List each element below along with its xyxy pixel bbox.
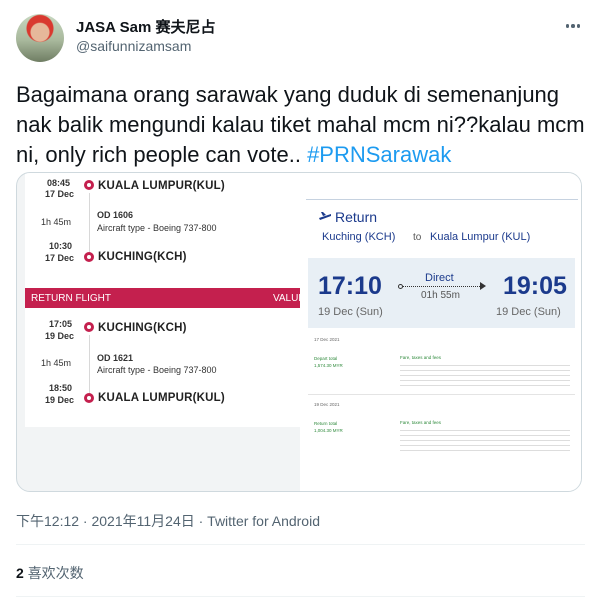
return-flight-label: RETURN FLIGHT bbox=[31, 293, 111, 304]
tweet-body: Bagaimana orang sarawak yang duduk di se… bbox=[16, 82, 585, 167]
flight-number: OD 1621 bbox=[97, 353, 134, 363]
flight-number: OD 1606 bbox=[97, 210, 134, 220]
likes-count: 2 bbox=[16, 565, 24, 581]
itinerary-panel: 08:45 17 Dec KUALA LUMPUR(KUL) 1h 45m OD… bbox=[25, 173, 311, 427]
arr-place: KUCHING(KCH) bbox=[98, 251, 187, 263]
author-handle[interactable]: @saifunnizamsam bbox=[76, 38, 191, 54]
location-pin-icon bbox=[84, 252, 94, 262]
dep-time: 08:45 bbox=[47, 178, 71, 188]
direct-label: Direct bbox=[425, 272, 454, 284]
dep-time-large: 17:10 bbox=[318, 272, 382, 300]
fare-lines bbox=[400, 365, 570, 387]
return-flight-bar: RETURN FLIGHT VALUE bbox=[25, 288, 311, 308]
author-name[interactable]: JASA Sam 赛夫尼占 bbox=[76, 16, 215, 37]
origin-dot bbox=[398, 284, 403, 289]
dep-place: KUCHING(KCH) bbox=[98, 322, 187, 334]
depart-total: 1,574.30 MYR bbox=[314, 363, 343, 368]
return-total-label: Return total bbox=[314, 421, 338, 426]
return-heading: Return bbox=[335, 209, 378, 225]
dep-time: 17:05 bbox=[49, 319, 73, 329]
arr-time: 18:50 bbox=[49, 383, 73, 393]
divider bbox=[16, 544, 585, 545]
depart-date-small: 17 Dec 2021 bbox=[314, 337, 340, 342]
plane-icon bbox=[319, 212, 331, 220]
route-to-word: to bbox=[413, 232, 422, 243]
likes-label: 喜欢次数 bbox=[27, 565, 84, 581]
dep-date-large: 19 Dec (Sun) bbox=[318, 306, 383, 318]
duration: 1h 45m bbox=[41, 217, 72, 227]
arr-date: 19 Dec bbox=[45, 395, 75, 405]
dep-place: KUALA LUMPUR(KUL) bbox=[98, 180, 225, 192]
location-pin-icon bbox=[84, 322, 94, 332]
fare-lines bbox=[400, 430, 570, 452]
location-pin-icon bbox=[84, 393, 94, 403]
arr-time-large: 19:05 bbox=[503, 272, 567, 300]
route-line bbox=[88, 335, 90, 395]
route-dotted-line bbox=[400, 286, 482, 287]
divider bbox=[306, 199, 578, 200]
arr-time: 10:30 bbox=[49, 241, 73, 251]
dep-date: 17 Dec bbox=[45, 189, 75, 199]
fare-label: Fare, taxes and fees bbox=[400, 420, 442, 425]
depart-fare-summary: 17 Dec 2021 Depart total 1,574.30 MYR Fa… bbox=[308, 333, 575, 395]
return-total: 1,004.30 MYR bbox=[314, 428, 343, 433]
arrow-icon bbox=[480, 282, 486, 290]
route-line bbox=[88, 193, 90, 253]
depart-total-label: Depart total bbox=[314, 356, 338, 361]
aircraft-type: Aircraft type - Boeing 737-800 bbox=[97, 223, 217, 233]
return-fare-summary: 19 Dec 2021 Return total 1,004.30 MYR Fa… bbox=[308, 398, 575, 460]
tweet-text: Bagaimana orang sarawak yang duduk di se… bbox=[16, 80, 586, 170]
arr-date-large: 19 Dec (Sun) bbox=[496, 306, 561, 318]
avatar[interactable] bbox=[16, 14, 64, 62]
tweet-media-image[interactable]: 08:45 17 Dec KUALA LUMPUR(KUL) 1h 45m OD… bbox=[16, 172, 582, 492]
booking-panel: Return Kuching (KCH) to Kuala Lumpur (KU… bbox=[300, 173, 581, 491]
duration-label: 01h 55m bbox=[421, 290, 460, 301]
fare-label: Fare, taxes and fees bbox=[400, 355, 442, 360]
dep-date: 19 Dec bbox=[45, 331, 75, 341]
return-date-small: 19 Dec 2021 bbox=[314, 402, 340, 407]
duration: 1h 45m bbox=[41, 358, 72, 368]
route-from: Kuching (KCH) bbox=[322, 231, 396, 243]
route-to: Kuala Lumpur (KUL) bbox=[430, 231, 531, 243]
hashtag-link[interactable]: #PRNSarawak bbox=[307, 142, 451, 167]
arr-date: 17 Dec bbox=[45, 253, 75, 263]
tweet-timestamp[interactable]: 下午12:12 · 2021年11月24日 · Twitter for Andr… bbox=[16, 511, 320, 531]
arr-place: KUALA LUMPUR(KUL) bbox=[98, 392, 225, 404]
location-pin-icon bbox=[84, 180, 94, 190]
likes-stat[interactable]: 2 喜欢次数 bbox=[16, 563, 84, 583]
more-options-icon[interactable] bbox=[561, 16, 585, 36]
divider bbox=[16, 596, 585, 597]
aircraft-type: Aircraft type - Boeing 737-800 bbox=[97, 365, 217, 375]
